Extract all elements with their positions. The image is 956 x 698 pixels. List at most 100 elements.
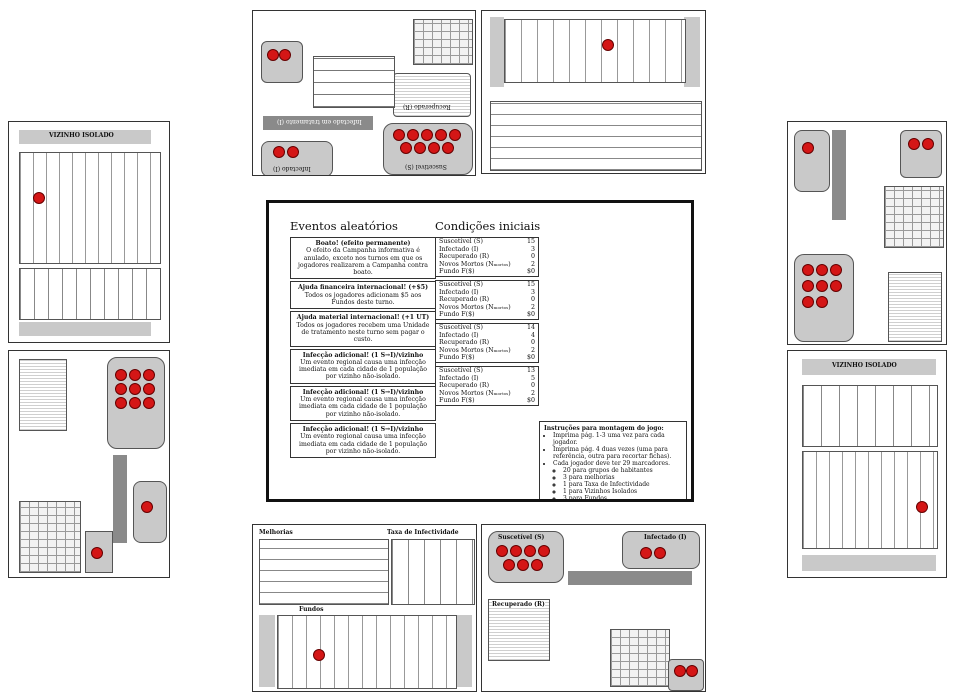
condition-value: 3 xyxy=(530,245,535,253)
morto-left xyxy=(19,501,81,573)
condition-row: Fundo F($) $0 xyxy=(436,268,538,276)
condition-value: 5 xyxy=(530,374,535,382)
condition-label: Suscetível (S) xyxy=(439,366,483,374)
recuperado-label: Recuperado (R) xyxy=(403,103,451,110)
initial-condition-card: Suscetível (S) 15 Infectado (I) 3 Recuperado… xyxy=(435,237,539,277)
morto-grid xyxy=(413,19,473,65)
vizinho-banner-side xyxy=(684,17,700,87)
condition-row: Suscetível (S) 14 xyxy=(436,324,538,332)
events-column: Eventos aleatórios Boato! (efeito perman… xyxy=(290,219,436,460)
em-tratamento-label: Infectado em tratamento (I) xyxy=(277,118,362,125)
event-body: Um evento regional causa uma infecção im… xyxy=(299,396,427,418)
condition-value: $0 xyxy=(526,354,535,362)
instruction-item-text: Cada jogador deve ter 29 marcadores. xyxy=(553,460,671,467)
suscetivel-bottom-label: Suscetível (S) xyxy=(498,534,545,541)
initial-condition-card: Suscetível (S) 13 Infectado (I) 5 Recuperado… xyxy=(435,365,539,406)
vizinho-banner-bottom-l xyxy=(259,615,275,687)
condition-value: 15 xyxy=(526,238,535,245)
melhorias-title: Melhorias xyxy=(259,529,293,536)
fundos-title: Fundos xyxy=(299,606,324,613)
condition-value: 0 xyxy=(530,382,535,390)
instruction-item: Cada jogador deve ter 29 marcadores. 20 … xyxy=(553,460,682,499)
condition-row: Suscetível (S) 15 xyxy=(436,281,538,289)
thumbnail-board-top-right xyxy=(481,10,706,174)
fundos-grid-right xyxy=(802,451,938,549)
event-card: Ajuda material internacional! (+1 UT) To… xyxy=(290,311,436,347)
event-card: Ajuda financeira internacional! (+$5) To… xyxy=(290,281,436,310)
instruction-item: Imprima pág. 1-3 uma vez para cada jogad… xyxy=(553,432,682,446)
condition-value: 2 xyxy=(530,389,535,397)
fundos-grid-bottom xyxy=(277,615,457,689)
condition-row: Novos Mortos (Nₘₒᵣₜₒₛ) 2 xyxy=(436,347,538,355)
condition-value: 14 xyxy=(526,323,535,331)
em-tratamento-right xyxy=(832,130,846,220)
condition-value: $0 xyxy=(526,397,535,405)
instruction-subitem: 3 para melhorias xyxy=(563,474,682,481)
condition-row: Novos Mortos (Nₘₒᵣₜₒₛ) 2 xyxy=(436,390,538,398)
conditions-column: Condições iniciais Suscetível (S) 15 Infec… xyxy=(435,219,540,409)
condition-label: Recuperado (R) xyxy=(439,339,490,347)
event-card: Infecção adicional! (1 S→I)/vizinho Um e… xyxy=(290,348,436,384)
fundos-grid xyxy=(504,19,686,83)
recuperado-right xyxy=(888,272,942,342)
event-title: Infecção adicional! (1 S→I)/vizinho xyxy=(302,388,424,396)
condition-value: $0 xyxy=(526,311,535,319)
infectado-label: Infectado (I) xyxy=(273,165,311,172)
event-body: Todos os jogadores adicionam $5 aos Fund… xyxy=(304,291,422,307)
condition-label: Infectado (I) xyxy=(439,245,479,253)
melhorias-table-left xyxy=(19,268,161,320)
condition-value: 2 xyxy=(530,346,535,354)
thumbnail-flow-bottom: Suscetível (S) Infectado (I) Recuperado … xyxy=(481,524,706,692)
melhorias-table-bottom xyxy=(259,539,389,605)
recuperado-box xyxy=(393,73,471,117)
condition-label: Recuperado (R) xyxy=(439,382,490,390)
condition-row: Novos Mortos (Nₘₒᵣₜₒₛ) 2 xyxy=(436,261,538,269)
condition-value: $0 xyxy=(526,268,535,276)
condition-label: Fundo F($) xyxy=(439,354,475,362)
instruction-item: Imprima pág. 4 duas vezes (uma para refe… xyxy=(553,446,682,460)
condition-row: Recuperado (R) 0 xyxy=(436,296,538,304)
taxa-table-bottom xyxy=(391,539,475,605)
condition-value: 2 xyxy=(530,260,535,268)
condition-label: Suscetível (S) xyxy=(439,238,483,245)
condition-row: Recuperado (R) 0 xyxy=(436,382,538,390)
condition-row: Suscetível (S) 13 xyxy=(436,367,538,375)
taxa-table-right xyxy=(802,385,938,447)
condition-row: Recuperado (R) 0 xyxy=(436,339,538,347)
recuperado-bottom xyxy=(488,599,550,661)
thumbnail-flow-left xyxy=(8,350,170,578)
taxa-title: Taxa de Infectividade xyxy=(387,529,459,536)
event-body: Um evento regional causa uma infecção im… xyxy=(299,433,427,455)
event-card: Infecção adicional! (1 S→I)/vizinho Um e… xyxy=(290,385,436,421)
initial-condition-card: Suscetível (S) 14 Infectado (I) 4 Recuperado… xyxy=(435,322,539,363)
melhorias-table xyxy=(490,101,702,171)
condition-row: Infectado (I) 3 xyxy=(436,246,538,254)
event-card: Infecção adicional! (1 S→I)/vizinho Um e… xyxy=(290,422,436,459)
condition-label: Recuperado (R) xyxy=(439,296,490,304)
condition-value: 3 xyxy=(530,288,535,296)
em-tratamento-bottom xyxy=(568,571,692,585)
thumbnail-board-right: VIZINHO ISOLADO xyxy=(787,350,947,578)
condition-label: Fundo F($) xyxy=(439,397,475,405)
recuperado-bottom-label: Recuperado (R) xyxy=(492,601,545,608)
condition-row: Infectado (I) 5 xyxy=(436,375,538,383)
thumbnail-board-left: VIZINHO ISOLADO xyxy=(8,121,170,343)
events-card-sheet: Eventos aleatórios Boato! (efeito perman… xyxy=(266,200,694,502)
condition-row: Recuperado (R) 0 xyxy=(436,253,538,261)
vizinho-label-right: VIZINHO ISOLADO xyxy=(832,362,897,369)
condition-label: Suscetível (S) xyxy=(439,280,483,288)
condition-value: 2 xyxy=(530,303,535,311)
event-title: Infecção adicional! (1 S→I)/vizinho xyxy=(302,351,424,359)
vizinho-banner-right-2 xyxy=(802,555,936,571)
instruction-subitem: 1 para Taxa de Infectividade xyxy=(563,481,682,488)
condition-value: 4 xyxy=(530,331,535,339)
condition-value: 0 xyxy=(530,253,535,261)
condition-value: 15 xyxy=(526,280,535,288)
event-body: Um evento regional causa uma infecção im… xyxy=(299,358,427,381)
condition-label: Infectado (I) xyxy=(439,288,479,296)
thumbnail-flow-right xyxy=(787,121,947,345)
morto-right xyxy=(884,186,944,248)
event-title: Boato! (efeito permanente) xyxy=(315,240,411,247)
recuperado-left xyxy=(19,359,67,431)
condition-row: Fundo F($) $0 xyxy=(436,354,538,362)
